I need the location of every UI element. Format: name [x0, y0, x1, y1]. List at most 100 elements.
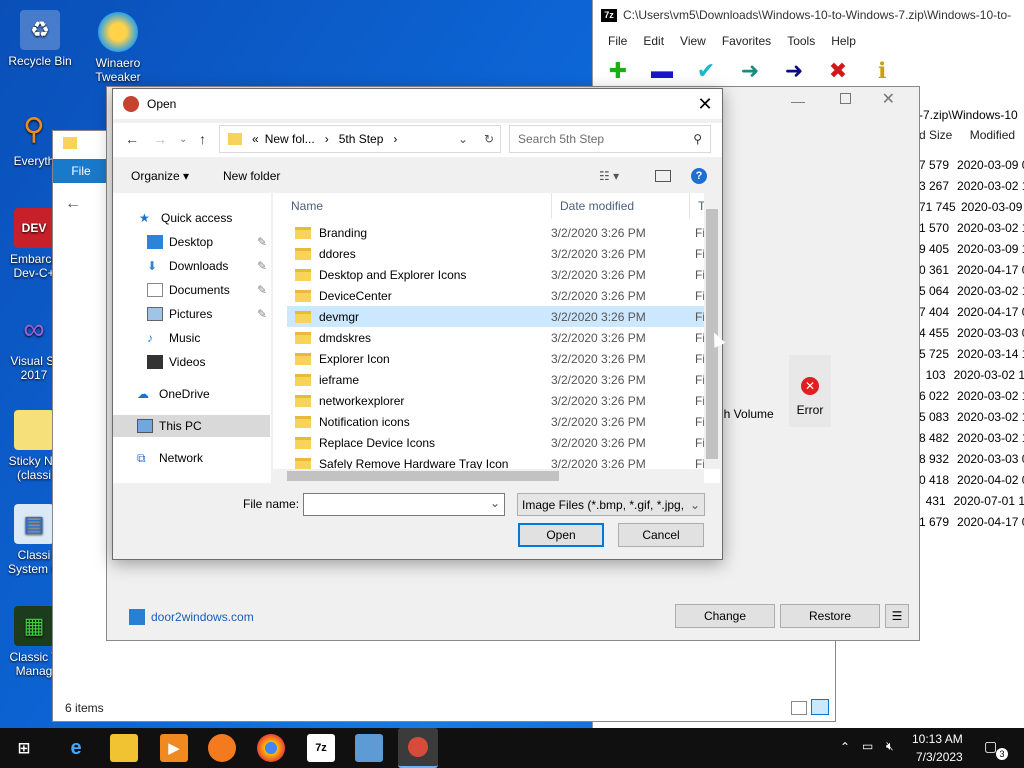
desktop-icon-winaero[interactable]: Winaero Tweaker: [80, 12, 156, 84]
table-row[interactable]: 3 267 2020-03-02 1: [919, 175, 1024, 196]
view-details-icon[interactable]: [791, 701, 807, 715]
menu-edit[interactable]: Edit: [643, 34, 664, 48]
help-icon[interactable]: ?: [691, 168, 707, 184]
desktop-icon-recycle-bin[interactable]: ♻ Recycle Bin: [2, 10, 78, 68]
forward-arrow-icon[interactable]: →: [153, 131, 167, 147]
refresh-icon[interactable]: ↻: [484, 132, 494, 146]
control-panel-icon[interactable]: [355, 734, 383, 762]
nav-music[interactable]: ♪ Music: [147, 327, 200, 349]
table-row[interactable]: 71 7452020-03-09 1: [919, 196, 1024, 217]
table-row[interactable]: 5 064 2020-03-02 1: [919, 280, 1024, 301]
menu-help[interactable]: Help: [831, 34, 856, 48]
menu-button[interactable]: ☰: [885, 604, 909, 628]
test-icon[interactable]: ✔: [691, 56, 721, 86]
close-icon[interactable]: ✕: [694, 93, 716, 115]
add-icon[interactable]: ✚: [603, 56, 633, 86]
file-type-filter[interactable]: Image Files (*.bmp, *.gif, *.jpg, ⌄: [517, 493, 705, 516]
table-row[interactable]: 103 2020-03-02 1: [919, 364, 1024, 385]
chevron-down-icon[interactable]: ⌄: [490, 496, 500, 510]
list-item[interactable]: Replace Device Icons 3/2/2020 3:26 PM Fi: [287, 432, 707, 453]
nav-quick-access[interactable]: ★ Quick access: [139, 207, 232, 229]
copy-icon[interactable]: ➜: [735, 56, 765, 86]
list-item[interactable]: Notification icons 3/2/2020 3:26 PM Fi: [287, 411, 707, 432]
menu-view[interactable]: View: [680, 34, 706, 48]
maximize-button[interactable]: [840, 93, 851, 104]
column-date-modified[interactable]: Date modified: [551, 193, 634, 219]
extract-icon[interactable]: ▬: [647, 56, 677, 86]
delete-icon[interactable]: ✖: [823, 56, 853, 86]
website-link[interactable]: door2windows.com: [129, 609, 254, 625]
ribbon-file-tab[interactable]: File: [53, 159, 109, 183]
7zip-taskbar-icon[interactable]: 7z: [307, 734, 335, 762]
chrome-icon[interactable]: [257, 734, 285, 762]
network-tray-icon[interactable]: ▭: [862, 739, 873, 753]
change-button[interactable]: Change: [675, 604, 775, 628]
nav-onedrive[interactable]: ☁ OneDrive: [137, 383, 210, 405]
open-button[interactable]: Open: [518, 523, 604, 547]
breadcrumb-prefix[interactable]: «: [252, 132, 259, 146]
table-row[interactable]: 0 418 2020-04-02 0: [919, 469, 1024, 490]
col-modified[interactable]: Modified: [970, 128, 1015, 142]
list-item[interactable]: Explorer Icon 3/2/2020 3:26 PM Fi: [287, 348, 707, 369]
info-icon[interactable]: ℹ: [867, 56, 897, 86]
column-name[interactable]: Name: [291, 193, 323, 219]
website-link-text[interactable]: door2windows.com: [151, 610, 254, 624]
table-row[interactable]: 0 361 2020-04-17 0: [919, 259, 1024, 280]
table-row[interactable]: 8 482 2020-03-02 1: [919, 427, 1024, 448]
tray-chevron-up-icon[interactable]: ⌃: [840, 740, 850, 754]
new-folder-button[interactable]: New folder: [223, 169, 280, 183]
breadcrumb-part2[interactable]: 5th Step: [339, 132, 384, 146]
scrollbar-thumb[interactable]: [287, 471, 559, 481]
error-tile[interactable]: ✕ Error: [789, 355, 831, 427]
table-row[interactable]: 4 455 2020-03-03 0: [919, 322, 1024, 343]
list-item[interactable]: networkexplorer 3/2/2020 3:26 PM Fi: [287, 390, 707, 411]
nav-videos[interactable]: Videos: [147, 351, 205, 373]
menu-file[interactable]: File: [608, 34, 627, 48]
list-item[interactable]: ddores 3/2/2020 3:26 PM Fi: [287, 243, 707, 264]
list-item[interactable]: dmdskres 3/2/2020 3:26 PM Fi: [287, 327, 707, 348]
table-row[interactable]: 5 725 2020-03-14 1: [919, 343, 1024, 364]
up-arrow-icon[interactable]: ↑: [199, 131, 206, 147]
list-item[interactable]: Desktop and Explorer Icons 3/2/2020 3:26 …: [287, 264, 707, 285]
nav-downloads[interactable]: ⬇ Downloads ✎: [147, 255, 267, 277]
back-arrow-icon[interactable]: ←: [125, 131, 139, 147]
preview-pane-icon[interactable]: [655, 170, 671, 182]
table-row[interactable]: 9 405 2020-03-09 1: [919, 238, 1024, 259]
volume-muted-icon[interactable]: 🔇︎: [886, 739, 894, 754]
cancel-button[interactable]: Cancel: [618, 523, 704, 547]
list-item[interactable]: Branding 3/2/2020 3:26 PM Fi: [287, 222, 707, 243]
nav-network[interactable]: ⧉ Network: [137, 447, 203, 469]
nav-documents[interactable]: Documents ✎: [147, 279, 267, 301]
search-box[interactable]: Search 5th Step ⚲: [509, 125, 711, 153]
breadcrumb-part1[interactable]: New fol...: [265, 132, 315, 146]
nav-this-pc[interactable]: This PC: [113, 415, 270, 437]
address-bar[interactable]: « New fol... › 5th Step › ⌄ ↻: [219, 125, 501, 153]
view-options-icon[interactable]: ☷ ▾: [599, 169, 619, 183]
table-row[interactable]: 1 679 2020-04-17 0: [919, 511, 1024, 532]
list-item[interactable]: ieframe 3/2/2020 3:26 PM Fi: [287, 369, 707, 390]
table-row[interactable]: 6 022 2020-03-02 1: [919, 385, 1024, 406]
table-row[interactable]: 7 404 2020-04-17 0: [919, 301, 1024, 322]
table-row[interactable]: 1 570 2020-03-02 1: [919, 217, 1024, 238]
clock-date[interactable]: 7/3/2023: [916, 750, 963, 764]
menu-favorites[interactable]: Favorites: [722, 34, 771, 48]
nav-pictures[interactable]: Pictures ✎: [147, 303, 267, 325]
clock-time[interactable]: 10:13 AM: [912, 732, 963, 746]
nav-desktop[interactable]: Desktop ✎: [147, 231, 267, 253]
table-row[interactable]: 5 083 2020-03-02 1: [919, 406, 1024, 427]
table-row[interactable]: 7 579 2020-03-09 0: [919, 154, 1024, 175]
close-button[interactable]: ✕: [882, 89, 895, 109]
menu-tools[interactable]: Tools: [787, 34, 815, 48]
media-player-icon[interactable]: ▶: [160, 734, 188, 762]
list-item[interactable]: DeviceCenter 3/2/2020 3:26 PM Fi: [287, 285, 707, 306]
back-arrow-icon[interactable]: ←: [65, 195, 81, 213]
view-large-icon[interactable]: [811, 699, 829, 715]
file-name-input[interactable]: ⌄: [303, 493, 505, 516]
icon-changer-taskbar-icon[interactable]: [398, 728, 438, 768]
file-explorer-icon[interactable]: [110, 734, 138, 762]
internet-explorer-icon[interactable]: e: [62, 734, 90, 762]
organize-button[interactable]: Organize ▾: [131, 169, 189, 183]
breadcrumb-sep[interactable]: ›: [325, 132, 329, 146]
table-row[interactable]: 8 932 2020-03-03 0: [919, 448, 1024, 469]
breadcrumb-sep-2[interactable]: ›: [393, 132, 397, 146]
